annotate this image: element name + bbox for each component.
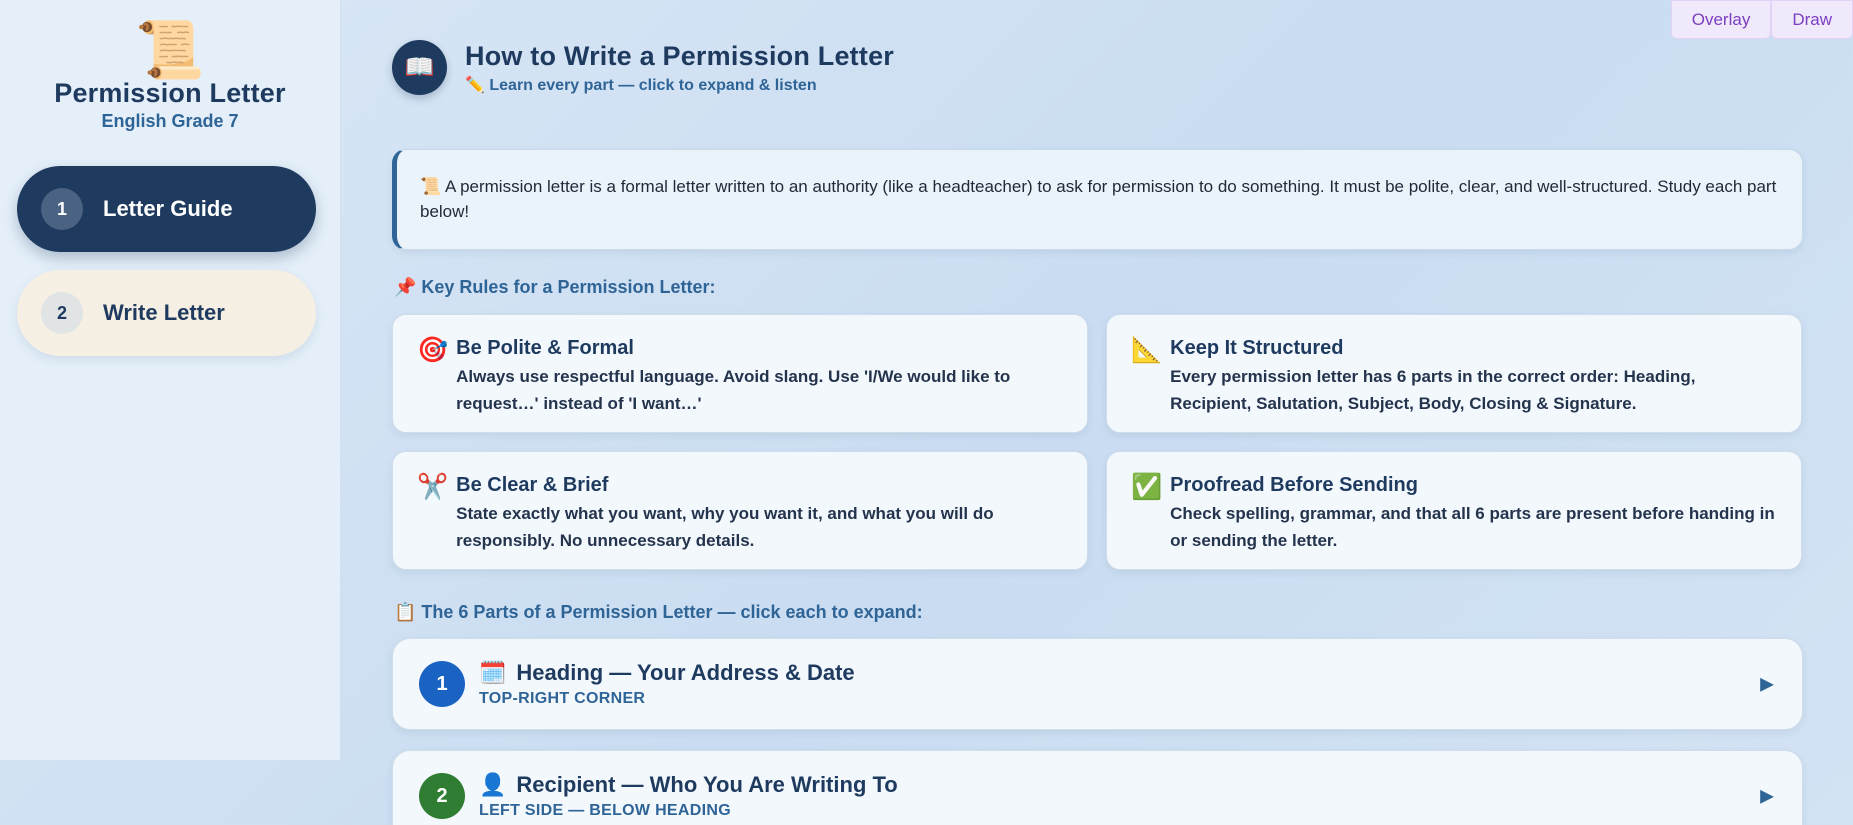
rule-text: Check spelling, grammar, and that all 6 …: [1170, 504, 1775, 550]
sidebar: 📜 Permission Letter English Grade 7 1 Le…: [0, 0, 341, 760]
intro-box: 📜 A permission letter is a formal letter…: [392, 149, 1803, 250]
calendar-icon: 🗓️: [479, 660, 507, 685]
rule-title: Be Clear & Brief: [456, 474, 609, 496]
nav-number: 2: [41, 292, 83, 334]
nav-item-write-letter[interactable]: 2 Write Letter: [17, 270, 316, 356]
part-title: Recipient — Who You Are Writing To: [516, 772, 898, 797]
parts-heading: 📋 The 6 Parts of a Permission Letter — c…: [394, 602, 923, 622]
draw-button[interactable]: Draw: [1771, 0, 1853, 39]
expand-arrow-icon[interactable]: ▶: [1760, 674, 1774, 695]
brand: 📜 Permission Letter English Grade 7: [0, 0, 340, 132]
part-title: Heading — Your Address & Date: [516, 660, 855, 685]
rule-card-polite: 🎯 Be Polite & Formal Always use respectf…: [392, 314, 1088, 433]
nav-label: Letter Guide: [103, 196, 233, 221]
rule-card-structured: 📐 Keep It Structured Every permission le…: [1106, 314, 1802, 433]
checkmark-icon: ✅: [1131, 473, 1163, 501]
rule-title: Be Polite & Formal: [456, 337, 634, 359]
overlay-button[interactable]: Overlay: [1670, 0, 1772, 39]
page-header: 📖 How to Write a Permission Letter ✏️ Le…: [392, 40, 894, 95]
rule-card-clear: ✂️ Be Clear & Brief State exactly what y…: [392, 451, 1088, 570]
rule-text: Every permission letter has 6 parts in t…: [1170, 367, 1696, 413]
nav-number: 1: [41, 188, 83, 230]
brand-subtitle: English Grade 7: [101, 111, 239, 131]
rule-card-proofread: ✅ Proofread Before Sending Check spellin…: [1106, 451, 1802, 570]
part-number: 2: [419, 773, 465, 819]
nav-item-letter-guide[interactable]: 1 Letter Guide: [17, 166, 316, 252]
ruler-icon: 📐: [1131, 336, 1163, 364]
part-card-recipient[interactable]: 2 👤 Recipient — Who You Are Writing To L…: [392, 750, 1803, 825]
rule-text: State exactly what you want, why you wan…: [456, 504, 994, 550]
rule-title: Keep It Structured: [1170, 337, 1344, 359]
part-title-row: 👤 Recipient — Who You Are Writing To: [479, 772, 898, 798]
expand-arrow-icon[interactable]: ▶: [1760, 786, 1774, 807]
rule-text: Always use respectful language. Avoid sl…: [456, 367, 1011, 413]
book-icon: 📖: [392, 40, 447, 95]
part-card-heading[interactable]: 1 🗓️ Heading — Your Address & Date TOP-R…: [392, 638, 1803, 730]
part-number: 1: [419, 661, 465, 707]
toolbar: Overlay Draw: [1670, 0, 1853, 39]
target-icon: 🎯: [417, 336, 449, 364]
part-title-row: 🗓️ Heading — Your Address & Date: [479, 660, 855, 686]
brand-title: Permission Letter: [54, 78, 286, 108]
part-location: TOP-RIGHT CORNER: [479, 690, 646, 707]
part-location: LEFT SIDE — BELOW HEADING: [479, 802, 731, 819]
person-icon: 👤: [479, 772, 507, 797]
scissors-icon: ✂️: [417, 473, 449, 501]
nav-label: Write Letter: [103, 300, 225, 325]
scroll-icon: 📜: [135, 18, 205, 81]
rules-heading: 📌 Key Rules for a Permission Letter:: [394, 277, 716, 297]
page-title: How to Write a Permission Letter: [465, 40, 894, 71]
rule-title: Proofread Before Sending: [1170, 474, 1418, 496]
page-subtitle: ✏️ Learn every part — click to expand & …: [465, 76, 817, 94]
